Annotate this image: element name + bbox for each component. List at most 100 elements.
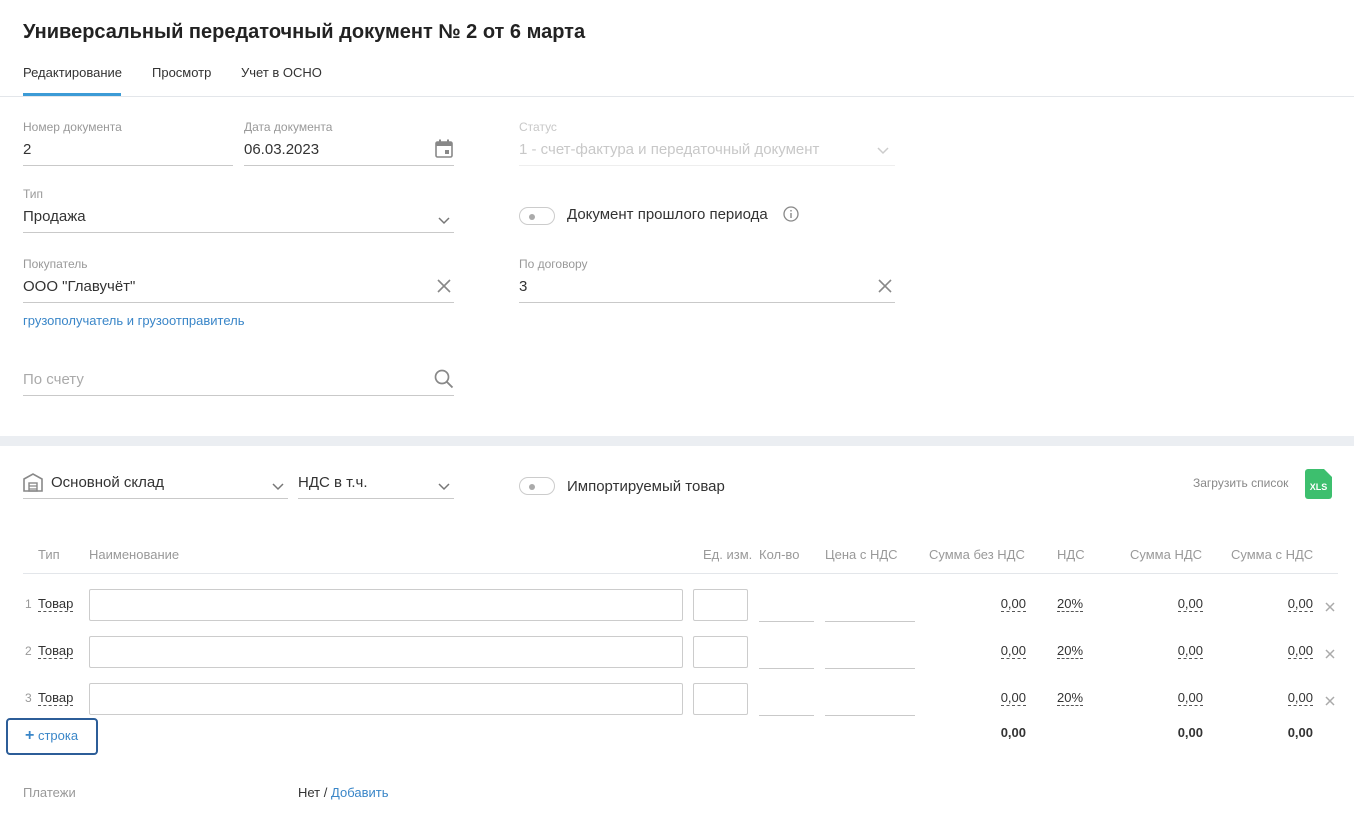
table-row: 3 Товар 0,00 20% 0,00 0,00 [0, 683, 1354, 716]
col-name-header: Наименование [89, 547, 180, 562]
total-vat-sum: 0,00 [1177, 725, 1203, 740]
row-vat-rate[interactable]: 20% [1057, 691, 1084, 706]
row-price-input[interactable] [825, 715, 915, 716]
row-name-input[interactable] [89, 636, 683, 668]
row-name-input[interactable] [89, 683, 683, 715]
row-sum-with-vat[interactable]: 0,00 [1287, 691, 1313, 706]
total-sum-no-vat: 0,00 [1000, 725, 1026, 740]
buyer-label: Покупатель [23, 257, 88, 271]
chevron-down-icon[interactable] [272, 478, 284, 496]
status-underline [519, 165, 895, 166]
search-icon[interactable] [434, 369, 454, 394]
row-sum-no-vat[interactable]: 0,00 [1000, 597, 1026, 612]
warehouse-underline [23, 498, 288, 499]
doc-number-label: Номер документа [23, 120, 122, 134]
section-separator [0, 436, 1354, 446]
row-vat-rate[interactable]: 20% [1057, 597, 1084, 612]
xls-file-icon[interactable]: XLS [1305, 469, 1332, 499]
info-icon[interactable] [783, 206, 799, 227]
chevron-down-icon[interactable] [438, 478, 450, 496]
imported-goods-label: Импортируемый товар [567, 478, 725, 495]
payments-value: Нет [298, 785, 321, 800]
tab-view[interactable]: Просмотр [152, 65, 211, 80]
row-vat-sum[interactable]: 0,00 [1177, 597, 1203, 612]
row-unit-input[interactable] [693, 683, 748, 715]
col-sum-no-vat-header: Сумма без НДС [929, 547, 1025, 562]
type-select[interactable]: Продажа [23, 208, 86, 225]
doc-number-input[interactable]: 2 [23, 141, 233, 158]
doc-date-input[interactable]: 06.03.2023 [244, 141, 424, 158]
contract-input[interactable]: 3 [519, 278, 527, 295]
type-label: Тип [23, 187, 44, 201]
shipper-consignee-link[interactable]: грузополучатель и грузоотправитель [23, 313, 245, 328]
delete-row-icon[interactable] [1325, 646, 1335, 664]
clear-buyer-icon[interactable] [437, 279, 451, 298]
table-header-divider [23, 573, 1338, 574]
col-vat-header: НДС [1057, 547, 1085, 562]
add-row-label: строка [37, 728, 79, 743]
col-type-header: Тип [38, 547, 60, 562]
col-price-header: Цена с НДС [825, 547, 898, 562]
row-vat-sum[interactable]: 0,00 [1177, 644, 1203, 659]
row-unit-input[interactable] [693, 589, 748, 621]
row-sum-with-vat[interactable]: 0,00 [1287, 597, 1313, 612]
row-sum-no-vat[interactable]: 0,00 [1000, 644, 1026, 659]
row-qty-input[interactable] [759, 715, 814, 716]
row-unit-input[interactable] [693, 636, 748, 668]
row-vat-sum[interactable]: 0,00 [1177, 691, 1203, 706]
row-price-input[interactable] [825, 668, 915, 669]
row-number: 2 [25, 644, 32, 658]
chevron-down-icon[interactable] [438, 212, 450, 230]
total-sum-with-vat: 0,00 [1287, 725, 1313, 740]
row-sum-no-vat[interactable]: 0,00 [1000, 691, 1026, 706]
row-type-link[interactable]: Товар [38, 644, 74, 659]
past-period-toggle[interactable] [519, 207, 555, 225]
doc-number-underline [23, 165, 233, 166]
contract-label: По договору [519, 257, 588, 271]
upload-list-button[interactable]: Загрузить список [1193, 476, 1288, 490]
page-title: Универсальный передаточный документ № 2 … [23, 21, 586, 43]
row-price-input[interactable] [825, 621, 915, 622]
doc-date-label: Дата документа [244, 120, 333, 134]
add-payment-link[interactable]: Добавить [331, 785, 388, 800]
delete-row-icon[interactable] [1325, 599, 1335, 617]
warehouse-icon [23, 472, 43, 497]
chevron-down-icon [877, 142, 889, 160]
table-row: 2 Товар 0,00 20% 0,00 0,00 [0, 636, 1354, 669]
tab-editing[interactable]: Редактирование [23, 65, 122, 80]
status-select[interactable]: 1 - счет-фактура и передаточный документ [519, 141, 819, 158]
row-qty-input[interactable] [759, 668, 814, 669]
type-underline [23, 232, 454, 233]
table-row: 1 Товар 0,00 20% 0,00 0,00 [0, 589, 1354, 622]
plus-icon: + [25, 727, 35, 744]
row-sum-with-vat[interactable]: 0,00 [1287, 644, 1313, 659]
invoice-search-input[interactable]: По счету [23, 371, 84, 388]
row-name-input[interactable] [89, 589, 683, 621]
status-label: Статус [519, 120, 557, 134]
add-row-button[interactable]: + строка [6, 718, 98, 755]
row-number: 1 [25, 597, 32, 611]
vat-mode-underline [298, 498, 454, 499]
row-type-link[interactable]: Товар [38, 691, 74, 706]
warehouse-select[interactable]: Основной склад [51, 474, 164, 491]
payments-divider: / [323, 785, 328, 800]
invoice-underline [23, 395, 454, 396]
buyer-input[interactable]: ООО "Главучёт" [23, 278, 135, 295]
contract-underline [519, 302, 895, 303]
tab-osno[interactable]: Учет в ОСНО [241, 65, 322, 80]
row-type-link[interactable]: Товар [38, 597, 74, 612]
col-unit-header: Ед. изм. [703, 547, 753, 562]
clear-contract-icon[interactable] [878, 279, 892, 298]
tabs-divider [0, 96, 1354, 97]
buyer-underline [23, 302, 454, 303]
col-vat-sum-header: Сумма НДС [1130, 547, 1203, 562]
delete-row-icon[interactable] [1325, 693, 1335, 711]
payments-row: Нет / Добавить [298, 785, 388, 800]
imported-goods-toggle[interactable] [519, 477, 555, 495]
calendar-icon[interactable] [435, 139, 453, 158]
col-sum-with-vat-header: Сумма с НДС [1231, 547, 1314, 562]
doc-date-underline [244, 165, 454, 166]
row-qty-input[interactable] [759, 621, 814, 622]
row-vat-rate[interactable]: 20% [1057, 644, 1084, 659]
vat-mode-select[interactable]: НДС в т.ч. [298, 474, 368, 491]
